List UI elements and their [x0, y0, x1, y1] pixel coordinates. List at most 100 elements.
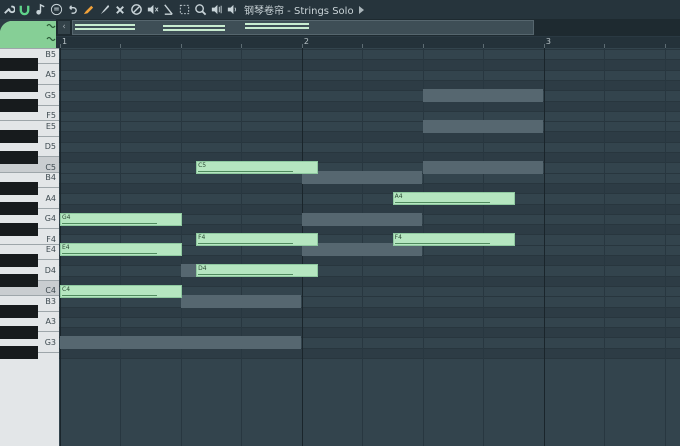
note-velocity-line	[198, 243, 294, 245]
row-line	[59, 162, 680, 164]
black-key[interactable]	[0, 181, 38, 195]
note-icon[interactable]	[33, 2, 48, 17]
key-label: B3	[45, 296, 56, 306]
key-label: B5	[45, 49, 56, 59]
note-label: F4	[394, 234, 402, 242]
magnet-icon[interactable]	[17, 2, 32, 17]
row-line	[59, 327, 680, 329]
black-key[interactable]	[0, 58, 38, 72]
row-line	[59, 275, 680, 277]
ghost-note	[422, 161, 543, 175]
overview-note-mark	[163, 29, 225, 31]
delete-icon[interactable]	[113, 2, 128, 17]
black-key[interactable]	[0, 99, 38, 113]
overview-viewport[interactable]	[72, 20, 534, 35]
mute-icon[interactable]	[129, 2, 144, 17]
paint-brush-icon[interactable]	[97, 2, 112, 17]
note-velocity-line	[198, 274, 294, 276]
note[interactable]: C5	[196, 161, 319, 175]
black-key-row	[59, 100, 680, 111]
wrench-icon[interactable]	[1, 2, 16, 17]
black-key[interactable]	[0, 150, 38, 164]
row-line	[59, 49, 680, 51]
note[interactable]: D4	[196, 264, 319, 278]
note-label: F4	[198, 234, 206, 242]
slice-icon[interactable]	[161, 2, 176, 17]
black-key[interactable]	[0, 325, 38, 339]
black-key[interactable]	[0, 202, 38, 216]
key-label: B4	[45, 173, 56, 183]
black-key[interactable]	[0, 346, 38, 360]
ghost-note	[422, 119, 543, 133]
menu-icon[interactable]	[49, 2, 64, 17]
key-label: E5	[45, 121, 56, 131]
black-key[interactable]	[0, 274, 38, 288]
overview-scroll-left-button[interactable]: ‹	[58, 21, 70, 34]
note-velocity-line	[394, 243, 490, 245]
key-label: D5	[44, 142, 56, 152]
piano-roll-window: 钢琴卷帘 - Strings Solo ‹ 123 B5 A5 G5 F5 E5 D5 C5…	[0, 0, 680, 446]
black-key[interactable]	[0, 78, 38, 92]
note-label: C4	[62, 285, 71, 293]
black-key[interactable]	[0, 222, 38, 236]
beat-line	[604, 48, 606, 446]
tool-tab[interactable]	[0, 19, 56, 48]
key-label: A4	[45, 193, 56, 203]
note[interactable]: A4	[392, 191, 515, 205]
playback-icon[interactable]	[225, 2, 240, 17]
row-line	[59, 69, 680, 71]
select-icon[interactable]	[177, 2, 192, 17]
note[interactable]: C4	[60, 284, 182, 298]
ghost-note	[60, 336, 301, 350]
black-key-row	[59, 79, 680, 91]
row-line	[59, 306, 680, 308]
ghost-note	[180, 294, 301, 308]
ghost-note	[422, 88, 543, 102]
beat-line	[422, 48, 424, 446]
note-label: E4	[62, 244, 70, 252]
note[interactable]: F4	[392, 233, 515, 247]
note-grid[interactable]: C5 A4 G4 F4 F4 E4 D4 C4	[59, 48, 680, 446]
note[interactable]: E4	[60, 243, 182, 257]
black-key-row	[59, 224, 680, 235]
pencil-icon[interactable]	[81, 2, 96, 17]
row-line	[59, 90, 680, 92]
mute-all-icon[interactable]	[145, 2, 160, 17]
note-velocity-line	[62, 294, 158, 296]
key-label: G3	[44, 337, 56, 347]
overview-note-mark	[75, 28, 135, 30]
note-velocity-line	[394, 201, 490, 203]
title-menu-arrow-icon[interactable]	[358, 5, 364, 14]
note-label: G4	[62, 213, 71, 221]
key-label: A3	[45, 317, 56, 327]
row-line	[59, 234, 680, 236]
overview-scrollbar[interactable]: ‹	[56, 19, 680, 36]
window-title-area[interactable]: 钢琴卷帘 - Strings Solo	[244, 2, 364, 17]
overview-note-mark	[245, 23, 309, 25]
speaker-icon[interactable]	[209, 2, 224, 17]
row-line	[59, 110, 680, 112]
black-key-row	[59, 131, 680, 142]
note-velocity-line	[198, 171, 294, 173]
black-key[interactable]	[0, 253, 38, 267]
white-key[interactable]	[0, 352, 59, 446]
row-line	[59, 59, 680, 61]
black-key-row	[59, 182, 680, 194]
row-line	[59, 100, 680, 102]
key-label: A5	[45, 70, 56, 80]
undo-icon[interactable]	[65, 2, 80, 17]
black-key[interactable]	[0, 305, 38, 319]
note[interactable]: G4	[60, 212, 182, 226]
overview-note-mark	[75, 24, 135, 26]
row-line	[59, 316, 680, 318]
piano-keyboard[interactable]: B5 A5 G5 F5 E5 D5 C5 B4 A4 G4 F4 E4 D4 C4 B3 A3 G3	[0, 48, 59, 446]
note[interactable]: F4	[196, 233, 319, 247]
row-line	[59, 203, 680, 205]
zoom-icon[interactable]	[193, 2, 208, 17]
overview-note-mark	[163, 25, 225, 27]
row-line	[59, 131, 680, 133]
black-key[interactable]	[0, 130, 38, 144]
overview-note-mark	[245, 27, 309, 29]
black-key-row	[59, 255, 680, 266]
note-label: C5	[198, 162, 207, 170]
